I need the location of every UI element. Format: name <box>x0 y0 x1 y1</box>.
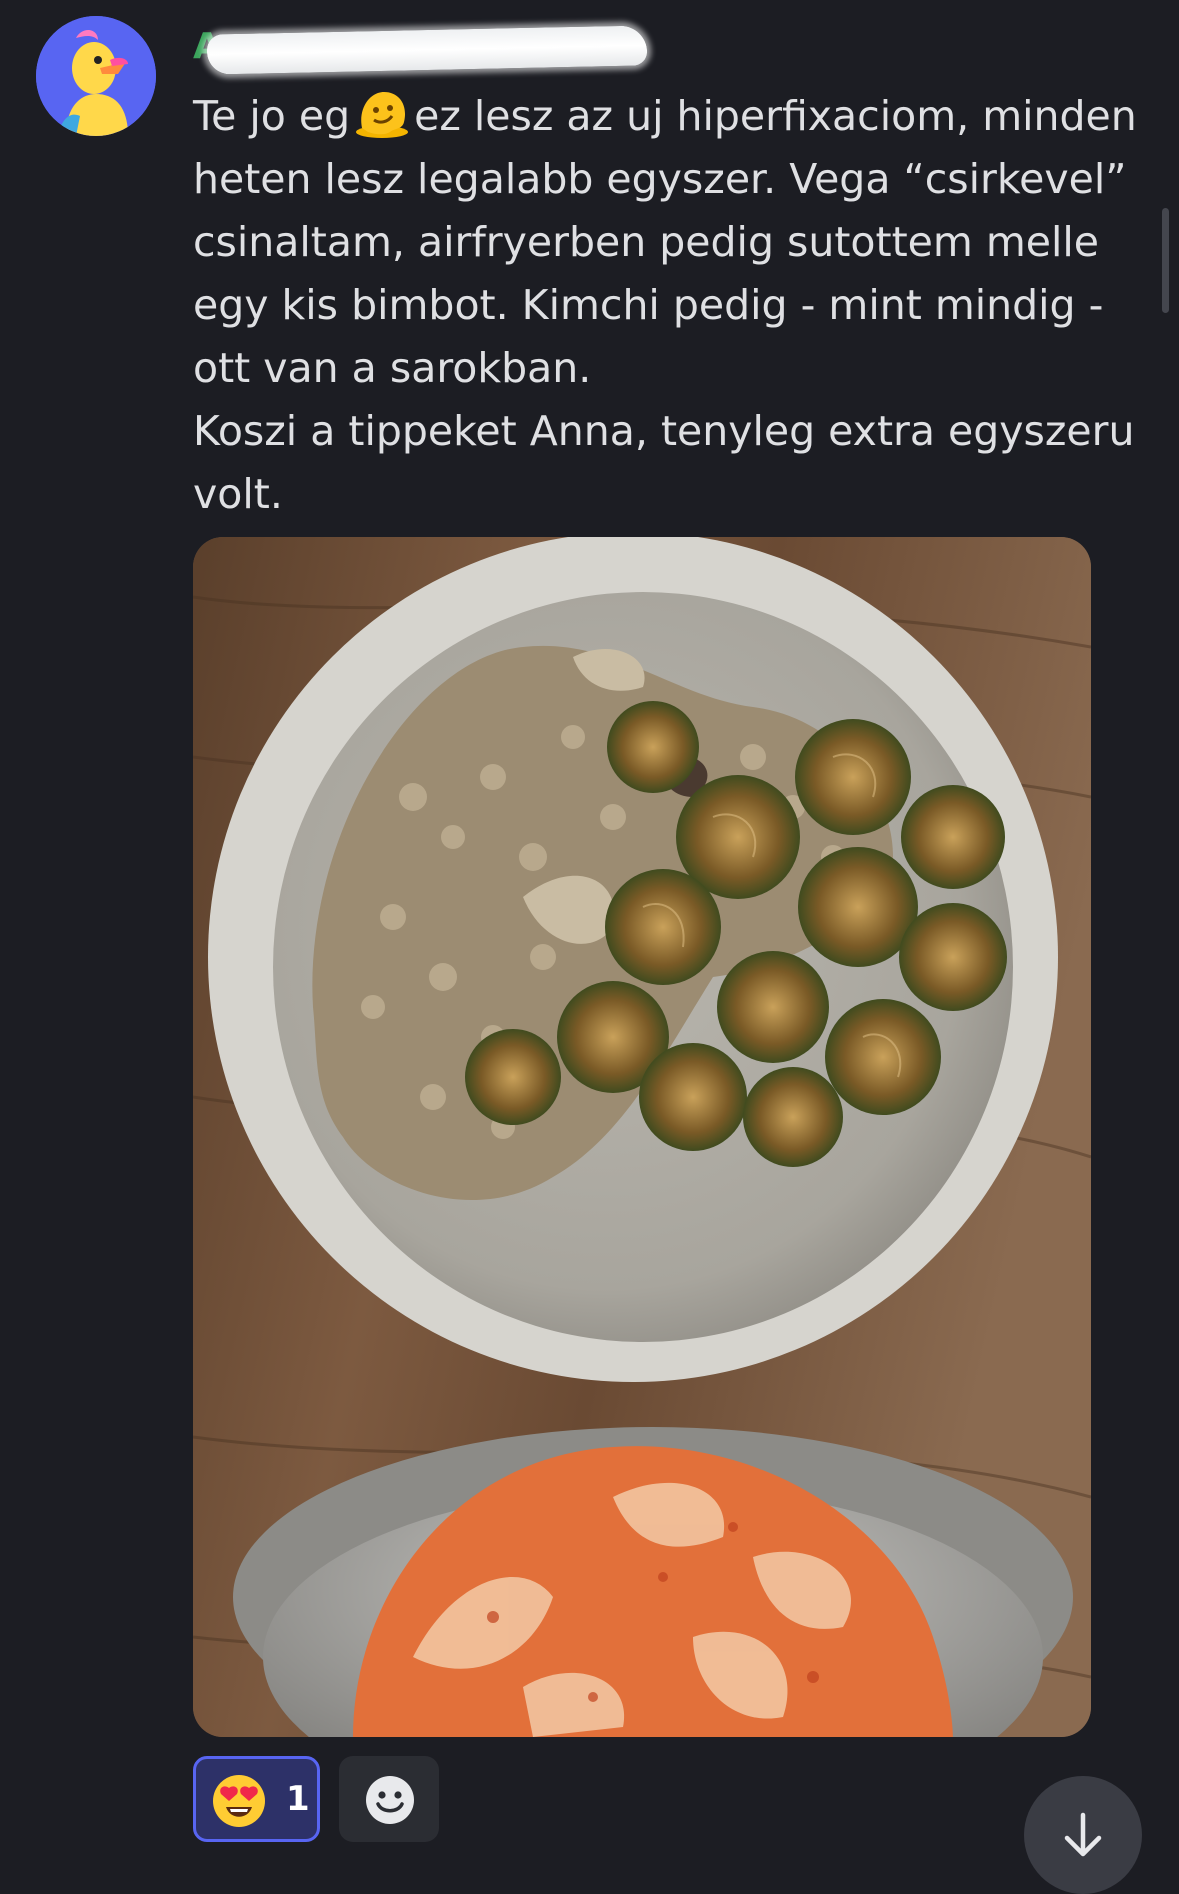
author-header: A <box>193 22 653 75</box>
message-text-before: Te jo eg <box>193 92 351 140</box>
food-bowl-image <box>193 537 1091 1737</box>
heart-eyes-emoji-icon <box>213 1775 265 1827</box>
redaction-scribble <box>206 25 648 75</box>
duck-avatar-icon <box>36 16 156 136</box>
add-reaction-button[interactable] <box>339 1756 439 1842</box>
reaction-heart-eyes[interactable]: 1 <box>193 1756 320 1842</box>
arrow-down-icon <box>1064 1812 1102 1857</box>
melting-face-emoji-icon <box>356 92 409 138</box>
scroll-to-bottom-button[interactable] <box>1024 1776 1142 1894</box>
smiley-plus-icon <box>366 1776 414 1824</box>
message-paragraph-1: Te jo eg ez lesz az uj hiperfixaciom, mi… <box>193 85 1153 400</box>
reaction-count: 1 <box>286 1779 310 1819</box>
user-avatar[interactable] <box>36 16 156 136</box>
attached-food-photo[interactable] <box>193 537 1091 1737</box>
scrollbar-thumb[interactable] <box>1162 208 1169 313</box>
message-paragraph-2: Koszi a tippeket Anna, tenyleg extra egy… <box>193 407 1135 518</box>
message-content: Te jo eg ez lesz az uj hiperfixaciom, mi… <box>193 85 1153 526</box>
